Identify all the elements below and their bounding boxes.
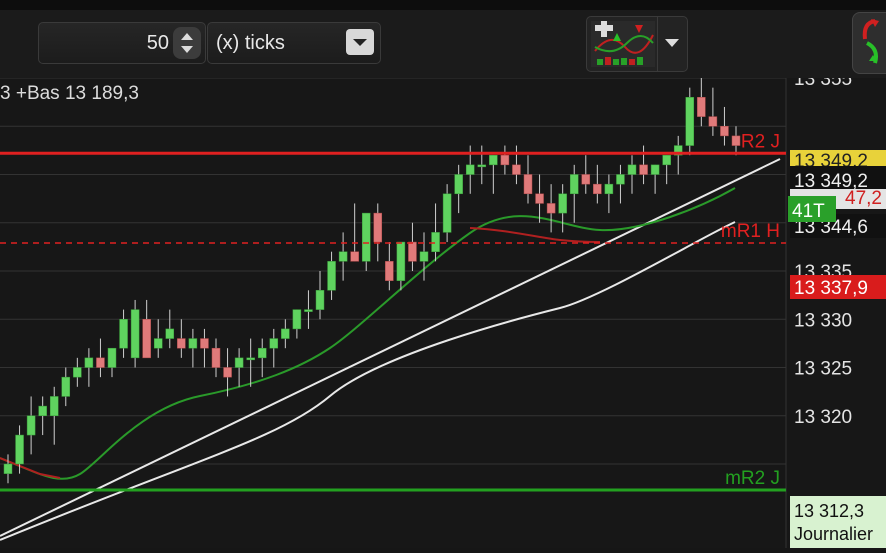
candle-body bbox=[465, 164, 475, 175]
axis-tick-label: 13 355 bbox=[794, 78, 852, 90]
toolbar-top-strip bbox=[0, 0, 886, 10]
candle-body bbox=[246, 357, 255, 361]
candle-body bbox=[408, 241, 417, 262]
spinner-down-icon[interactable] bbox=[181, 46, 193, 53]
candle-body bbox=[119, 319, 128, 349]
candle-body bbox=[616, 174, 625, 185]
candle-body bbox=[500, 154, 510, 166]
candle-body bbox=[165, 328, 175, 339]
candle-body bbox=[581, 174, 591, 185]
period-spinner[interactable] bbox=[173, 27, 201, 59]
candle-body bbox=[720, 126, 729, 137]
candle-body bbox=[373, 212, 383, 243]
toolbar: 50 (x) ticks bbox=[0, 0, 886, 78]
candle-body bbox=[639, 164, 648, 175]
candle-body bbox=[269, 338, 279, 349]
price-chart[interactable]: 13 35513 34013 33513 33013 32513 320R2 J… bbox=[0, 69, 886, 548]
candle-body bbox=[431, 232, 440, 252]
moving-average-white bbox=[0, 221, 736, 541]
instrument-info: 3 +Bas 13 189,3 bbox=[0, 83, 139, 104]
spinner-up-icon[interactable] bbox=[181, 33, 193, 40]
candle-body bbox=[385, 261, 394, 281]
moving-average-red-segment bbox=[469, 227, 601, 243]
candle-body bbox=[96, 357, 105, 368]
candle-body bbox=[38, 405, 47, 417]
candle-body bbox=[569, 174, 579, 195]
candle-body bbox=[84, 357, 94, 368]
candle-body bbox=[442, 193, 452, 233]
indicators-separator bbox=[657, 17, 658, 71]
mr1-price-label: 13 337,9 bbox=[794, 278, 868, 299]
candle-body bbox=[662, 154, 671, 166]
candle-body bbox=[304, 309, 313, 312]
axis-tick-label: 13 325 bbox=[794, 359, 852, 380]
indicators-button[interactable] bbox=[586, 16, 688, 72]
chevron-down-icon[interactable] bbox=[346, 29, 374, 55]
candle-body bbox=[3, 463, 13, 474]
period-unit-text: (x) ticks bbox=[216, 32, 285, 54]
candle-body bbox=[685, 97, 695, 146]
candle-body bbox=[257, 347, 267, 359]
candle-body bbox=[327, 261, 336, 291]
candle-body bbox=[396, 241, 406, 281]
trendline bbox=[0, 158, 781, 537]
candle-body bbox=[49, 396, 59, 417]
candle-body bbox=[177, 338, 186, 349]
bottom-price-label: 13 312,3 bbox=[794, 501, 864, 521]
candle-body bbox=[546, 203, 556, 214]
candle-body bbox=[223, 367, 232, 378]
candle-body bbox=[731, 135, 741, 146]
candle-body bbox=[200, 338, 209, 349]
axis-tick-label: 13 330 bbox=[794, 310, 852, 331]
candle-body bbox=[650, 164, 660, 175]
candle-body bbox=[107, 347, 117, 368]
period-value-field[interactable]: 50 bbox=[38, 22, 206, 64]
refresh-button[interactable] bbox=[852, 12, 886, 74]
candle-body bbox=[489, 154, 498, 166]
candle-body bbox=[708, 116, 718, 127]
candle-body bbox=[558, 193, 567, 214]
refresh-arrows-icon bbox=[862, 19, 879, 64]
candle-body bbox=[350, 251, 359, 262]
candle-body bbox=[130, 309, 140, 359]
candle-body bbox=[211, 347, 221, 368]
candle-body bbox=[15, 434, 24, 465]
candle-body bbox=[26, 415, 36, 436]
period-unit-select[interactable]: (x) ticks bbox=[207, 22, 381, 64]
indicators-dropdown-icon[interactable] bbox=[665, 39, 679, 47]
candle-body bbox=[419, 251, 429, 262]
candle-body bbox=[292, 309, 302, 330]
level-label: R2 J bbox=[741, 131, 780, 152]
period-value-text: 50 bbox=[146, 32, 169, 54]
chart-area[interactable]: 13 35513 34013 33513 33013 32513 320R2 J… bbox=[0, 69, 886, 548]
axis-tick-label: 13 320 bbox=[794, 407, 852, 428]
candle-body bbox=[281, 328, 290, 339]
candle-body bbox=[477, 164, 487, 168]
candle-body bbox=[512, 164, 521, 175]
level-label: mR1 H bbox=[721, 221, 780, 242]
candle-body bbox=[604, 183, 614, 195]
level-label: mR2 J bbox=[725, 468, 780, 489]
candle-body bbox=[627, 164, 637, 175]
candle-body bbox=[188, 338, 198, 349]
candle-body bbox=[234, 357, 244, 368]
candle-body bbox=[142, 319, 151, 359]
candle-body bbox=[454, 174, 463, 195]
tick-count-badge: 41T bbox=[792, 201, 825, 222]
candle-body bbox=[315, 290, 325, 310]
candle-body bbox=[153, 338, 163, 349]
candle-body bbox=[523, 174, 533, 195]
r2-price-label: 47,2 bbox=[845, 188, 882, 209]
candle-body bbox=[535, 193, 544, 204]
candle-body bbox=[697, 97, 706, 117]
candle-body bbox=[593, 183, 602, 195]
candle-body bbox=[338, 251, 348, 262]
indicators-icon bbox=[591, 21, 655, 67]
candle-body bbox=[61, 376, 71, 397]
bottom-period-label: Journalier bbox=[794, 524, 873, 544]
candle-body bbox=[361, 212, 371, 262]
candle-body bbox=[73, 367, 82, 378]
